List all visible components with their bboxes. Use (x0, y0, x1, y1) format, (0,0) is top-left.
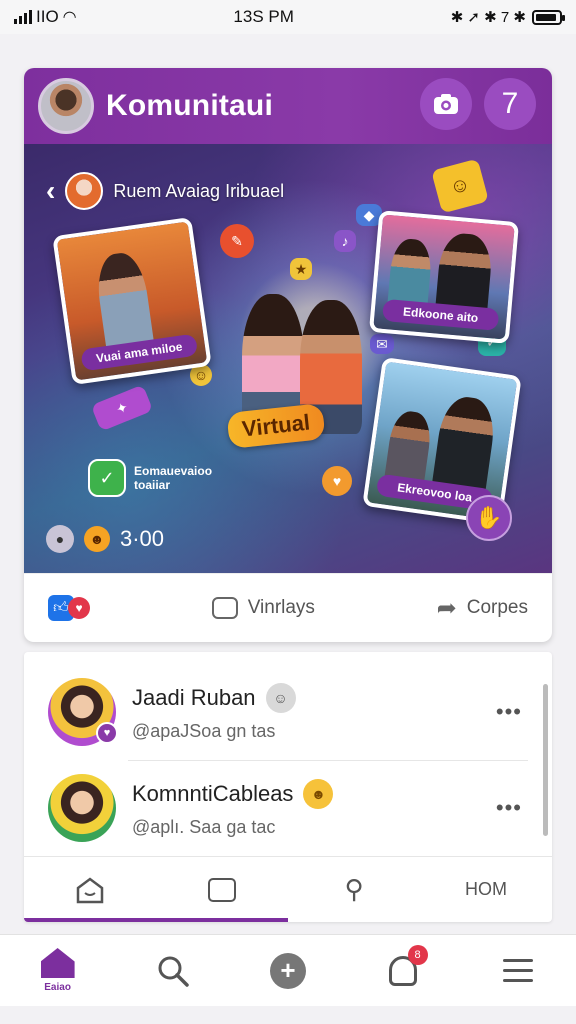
member-list: ♥ Jaadi Ruban ☺ @apaJSoa gn tas ••• Komn… (24, 652, 552, 922)
status-bar: IIO ◠ 13S PM ✱ ➚ ✱ 7 ✱ (0, 0, 576, 34)
tab-home[interactable] (24, 876, 156, 904)
member-handle: @apaJSoa gn tas (132, 720, 276, 741)
profile-avatar[interactable] (38, 78, 94, 134)
views-icon: ● (46, 525, 74, 553)
music-icon: ♪ (334, 230, 356, 252)
nav-notifications[interactable]: 8 (346, 935, 461, 1007)
nav-menu[interactable] (461, 935, 576, 1007)
side-label-text: Eomauevaioo toaiiar (134, 464, 213, 492)
member-name-text: KomnntiCableas (132, 780, 294, 806)
avatar[interactable]: ♥ (48, 678, 118, 746)
nav-home[interactable]: Eaiao (0, 935, 115, 1007)
tab-video[interactable] (156, 877, 288, 902)
like-icons: 👍︎ ♥ (48, 595, 90, 621)
bottom-nav: Eaiao + 8 (0, 934, 576, 1006)
home-icon (40, 948, 75, 978)
tab-hom[interactable]: HOM (420, 879, 552, 900)
camera-button[interactable] (420, 78, 472, 130)
emoji-status-icon: ☻ (303, 778, 334, 809)
card-actions: 👍︎ ♥ Vinrlays ➦ Corpes (24, 573, 552, 642)
heart-badge-icon: ♥ (96, 722, 118, 744)
menu-icon (503, 959, 534, 982)
nav-home-label: Eaiao (44, 982, 71, 993)
member-name: Jaadi Ruban ☺ (132, 682, 496, 713)
list-text: KomnntiCableas ☻ @aplı. Saa ga tac (132, 778, 496, 838)
hero-image: ‹ Ruem Avaiag Iribuael ✎ ☺ ◆ ★ ♪ ✦ ♥ ✓ ✉… (24, 144, 552, 573)
comment-button[interactable]: Vinrlays (211, 597, 315, 619)
heart-icon: ♥ (68, 597, 90, 619)
hero-stats: ● ☻ 3·00 (46, 525, 164, 553)
comment-icon (211, 597, 238, 619)
status-time: 13S PM (233, 7, 294, 26)
notification-count-button[interactable]: 7 (484, 78, 536, 130)
more-icon[interactable]: ••• (496, 795, 522, 821)
chat-bubble-icon: ✎ (220, 224, 254, 258)
reaction-icon: ☻ (84, 526, 110, 552)
tab-search[interactable]: ⚲ (288, 874, 420, 905)
video-icon (208, 877, 236, 902)
status-left: IIO ◠ (14, 7, 77, 27)
plus-icon: + (269, 952, 306, 989)
card-header: Komunitaui 7 (24, 68, 552, 144)
list-text: Jaadi Ruban ☺ @apaJSoa gn tas (132, 682, 496, 742)
home-outline-icon (76, 876, 104, 903)
nav-create[interactable]: + (230, 935, 345, 1007)
avatar[interactable] (48, 774, 116, 842)
post-card: Komunitaui 7 ‹ Ruem Avaiag Iribuael ✎ ☺ … (24, 68, 552, 642)
emoji-icon: ☺ (431, 158, 489, 214)
hero-label: Ruem Avaiag Iribuael (113, 180, 285, 201)
page-title: Komunitaui (106, 89, 273, 122)
heart-float-icon: ♥ (322, 466, 352, 496)
photo-card-1[interactable]: Vuai ama miloe (52, 216, 212, 386)
list-item[interactable]: ♥ Jaadi Ruban ☺ @apaJSoa gn tas ••• (24, 664, 552, 760)
status-right: ✱ ➚ ✱ 7 ✱ (450, 8, 565, 26)
status-face-icon: ☺ (265, 682, 296, 713)
comment-label: Vinrlays (247, 597, 315, 618)
magnifier-icon: ⚲ (344, 874, 364, 904)
tab-row: ⚲ HOM (24, 856, 552, 922)
nav-search[interactable] (115, 935, 230, 1007)
like-button[interactable]: 👍︎ ♥ (48, 595, 90, 621)
member-name: KomnntiCableas ☻ (132, 778, 496, 809)
wifi-icon: ◠ (62, 9, 77, 26)
back-icon[interactable]: ‹ (46, 175, 55, 207)
member-name-text: Jaadi Ruban (132, 684, 256, 710)
side-label: ✓ Eomauevaioo toaiiar (88, 459, 214, 497)
battery-icon (531, 9, 565, 25)
hand-icon[interactable]: ✋ (466, 495, 512, 541)
member-handle: @aplı. Saa ga tac (132, 816, 276, 837)
signal-icon (14, 10, 32, 24)
more-icon[interactable]: ••• (496, 699, 522, 725)
carrier-label: IIO (36, 7, 59, 26)
tag-icon: ✦ (90, 384, 154, 432)
photo-card-2[interactable]: Edkoone aito (368, 210, 520, 344)
status-icons: ✱ ➚ ✱ 7 ✱ (450, 9, 526, 26)
tab-hom-label: HOM (465, 879, 507, 899)
share-button[interactable]: ➦ Corpes (437, 594, 528, 623)
scrollbar[interactable] (543, 684, 548, 836)
search-icon (158, 956, 189, 987)
notification-badge: 8 (407, 944, 428, 965)
tab-indicator (24, 918, 288, 922)
hero-avatar (65, 172, 104, 210)
app-chip-icon: ✓ (88, 459, 126, 497)
hero-header: ‹ Ruem Avaiag Iribuael (46, 172, 284, 210)
share-label: Corpes (466, 597, 528, 618)
star-icon: ★ (290, 258, 312, 280)
reaction-count: 3·00 (120, 526, 165, 551)
camera-icon (434, 94, 458, 114)
share-icon: ➦ (436, 594, 457, 622)
list-item[interactable]: KomnntiCableas ☻ @aplı. Saa ga tac ••• (24, 760, 552, 856)
